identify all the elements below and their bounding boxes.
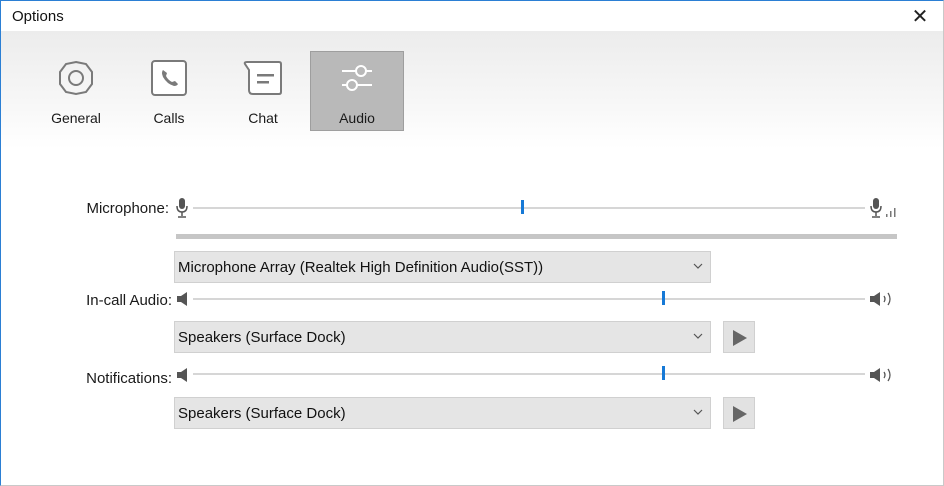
slider-track xyxy=(193,298,865,300)
microphone-level-meter xyxy=(176,234,897,239)
selected-device: Speakers (Surface Dock) xyxy=(178,405,346,422)
microphone-volume-slider[interactable] xyxy=(193,198,865,218)
speaker-loud-icon xyxy=(870,292,891,306)
tab-label: Chat xyxy=(248,110,278,126)
slider-track xyxy=(193,207,865,209)
tab-chat[interactable]: Chat xyxy=(216,51,310,131)
microphone-label: Microphone: xyxy=(86,200,169,217)
selected-device: Speakers (Surface Dock) xyxy=(178,329,346,346)
tab-label: General xyxy=(51,110,101,126)
microphone-icon xyxy=(176,198,188,218)
notifications-test-button[interactable] xyxy=(723,397,755,429)
play-icon xyxy=(733,406,747,422)
tab-calls[interactable]: Calls xyxy=(122,51,216,131)
chevron-down-icon xyxy=(693,263,703,269)
speaker-loud-icon xyxy=(870,368,891,382)
notifications-device-select[interactable]: Speakers (Surface Dock) xyxy=(174,397,711,429)
in-call-audio-volume-slider[interactable] xyxy=(193,289,865,309)
microphone-device-select[interactable]: Microphone Array (Realtek High Definitio… xyxy=(174,251,711,283)
slider-thumb[interactable] xyxy=(662,366,666,380)
speaker-mute-icon xyxy=(177,368,187,382)
slider-thumb[interactable] xyxy=(662,291,666,305)
chevron-down-icon xyxy=(693,409,703,415)
notifications-volume-slider[interactable] xyxy=(193,364,865,384)
tab-label: Calls xyxy=(153,110,185,126)
selected-device: Microphone Array (Realtek High Definitio… xyxy=(178,259,544,276)
audio-sliders-icon xyxy=(342,65,372,91)
microphone-loud-icon xyxy=(870,198,896,218)
tab-audio[interactable]: Audio xyxy=(310,51,404,131)
tab-label: Audio xyxy=(339,110,375,126)
notifications-label: Notifications: xyxy=(86,370,172,387)
chevron-down-icon xyxy=(693,333,703,339)
in-call-audio-device-select[interactable]: Speakers (Surface Dock) xyxy=(174,321,711,353)
options-window: Options ✕ General Calls Chat Audio Micro… xyxy=(0,0,944,486)
in-call-audio-label: In-call Audio: xyxy=(86,292,172,309)
title-bar: Options ✕ xyxy=(1,1,943,31)
close-button[interactable]: ✕ xyxy=(897,1,943,31)
tab-general[interactable]: General xyxy=(29,51,123,131)
slider-thumb[interactable] xyxy=(521,200,525,214)
phone-icon xyxy=(151,60,187,96)
speaker-mute-icon xyxy=(177,292,187,306)
close-icon: ✕ xyxy=(911,5,929,28)
in-call-audio-test-button[interactable] xyxy=(723,321,755,353)
play-icon xyxy=(733,330,747,346)
options-toolbar: General Calls Chat Audio xyxy=(1,31,943,149)
chat-bubble-icon xyxy=(243,61,282,95)
gear-icon xyxy=(59,60,93,96)
slider-track xyxy=(193,373,865,375)
window-title: Options xyxy=(12,8,64,25)
